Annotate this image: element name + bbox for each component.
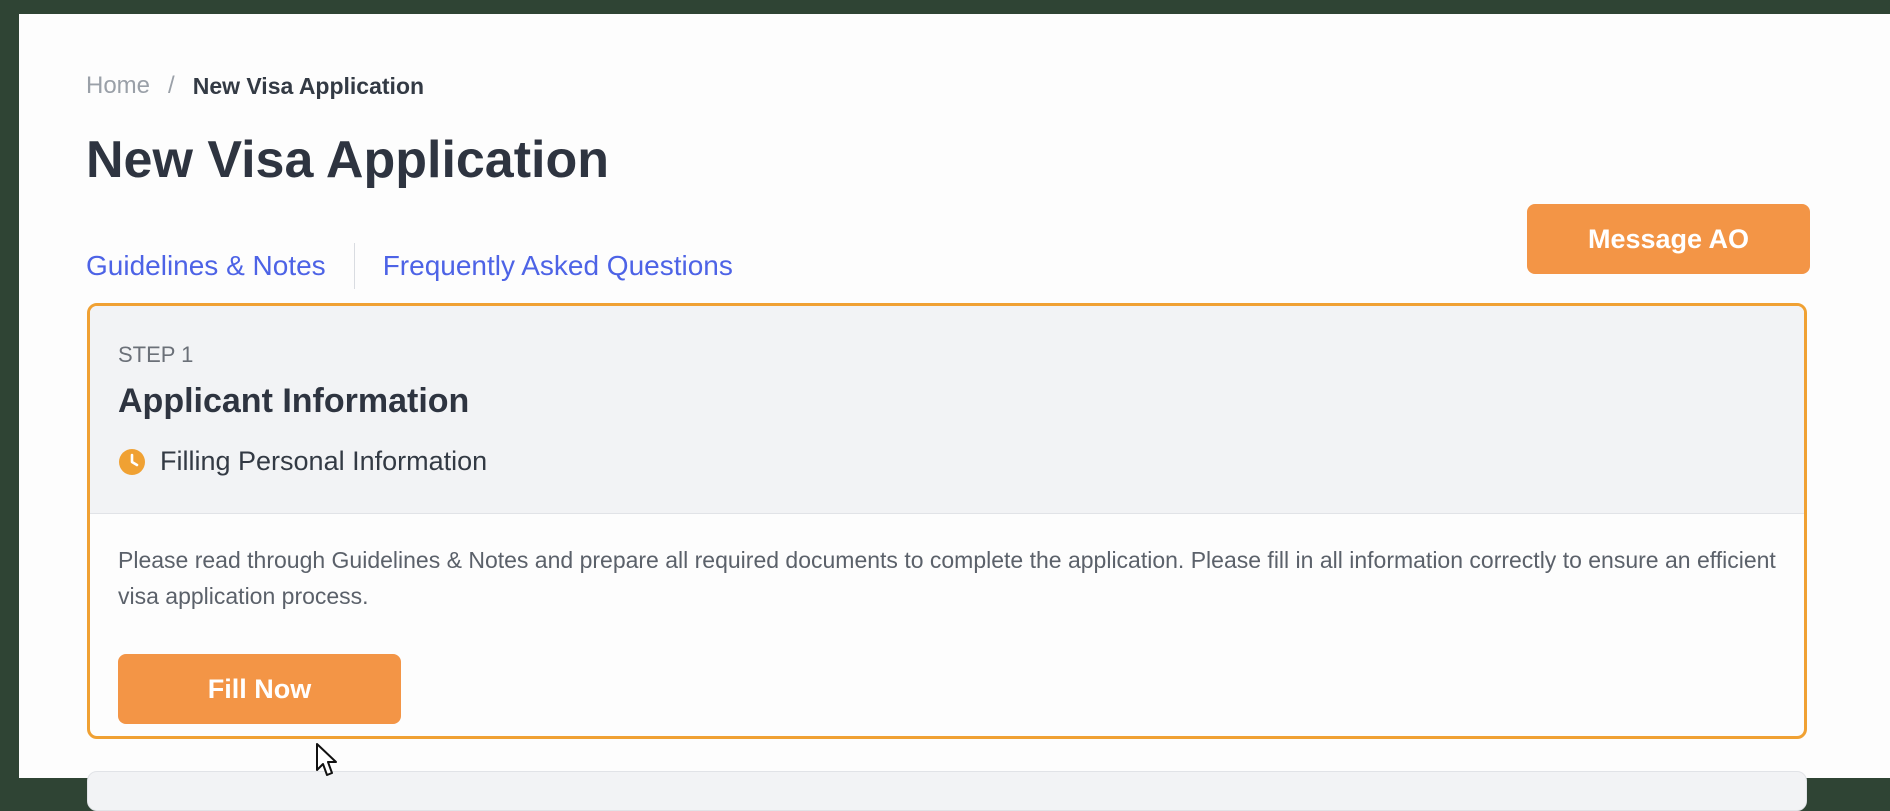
step-status: Filling Personal Information <box>118 446 487 477</box>
step-title: Applicant Information <box>118 382 470 420</box>
clock-icon <box>119 448 145 475</box>
breadcrumb-current: New Visa Application <box>192 72 425 99</box>
fill-now-button[interactable]: Fill Now <box>118 654 401 724</box>
next-step-card <box>87 771 1807 811</box>
page-title: New Visa Application <box>86 131 610 189</box>
breadcrumb-home-link[interactable]: Home <box>86 72 150 100</box>
breadcrumb: Home / New Visa Application <box>86 72 424 100</box>
link-divider <box>353 243 355 289</box>
step-card: STEP 1 Applicant Information Filling Per… <box>87 303 1807 739</box>
info-links: Guidelines & Notes Frequently Asked Ques… <box>86 242 733 290</box>
main-content: Home / New Visa Application New Visa App… <box>19 14 1890 811</box>
step-header: STEP 1 Applicant Information Filling Per… <box>90 306 1804 514</box>
guidelines-link[interactable]: Guidelines & Notes <box>86 250 326 282</box>
step-label: STEP 1 <box>118 342 194 367</box>
breadcrumb-separator: / <box>168 72 175 99</box>
faq-link[interactable]: Frequently Asked Questions <box>383 250 733 282</box>
message-ao-button[interactable]: Message AO <box>1527 204 1810 274</box>
mouse-cursor-icon <box>316 743 337 776</box>
step-status-text: Filling Personal Information <box>160 446 488 476</box>
step-description: Please read through Guidelines & Notes a… <box>118 547 1776 609</box>
